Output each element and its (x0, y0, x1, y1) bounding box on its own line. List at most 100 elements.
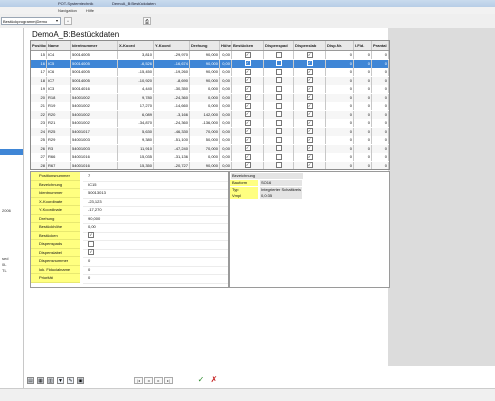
checkbox-checked[interactable] (244, 145, 251, 152)
checkbox-unchecked[interactable] (275, 68, 282, 75)
checkbox-checked[interactable] (88, 249, 94, 256)
table-cell-checkbox (264, 51, 294, 59)
column-header[interactable]: Drehung (190, 41, 220, 50)
column-header[interactable]: I.Fid. (354, 41, 372, 50)
table-row[interactable]: 23R2154001002-34,870-24,360-136,0000,00 0… (31, 119, 389, 127)
column-header[interactable]: Disp.Nr. (326, 41, 354, 50)
checkbox-checked[interactable] (88, 232, 94, 239)
table-row[interactable]: 25R29540010039,380-51,10050,0000,00000 (31, 136, 389, 144)
checkbox-checked[interactable] (306, 153, 313, 160)
checkbox-unchecked[interactable] (275, 136, 282, 143)
table-row[interactable]: 16IC550014005-6,526-16,67490,0000,00000 (31, 59, 389, 68)
table-row[interactable]: 17IC650014005-15,450-19,26090,0000,00000 (31, 68, 389, 76)
checkbox-unchecked[interactable] (275, 111, 282, 118)
checkbox-checked[interactable] (306, 119, 313, 126)
table-cell: 15,035 (118, 153, 154, 161)
checkbox-unchecked[interactable] (275, 77, 282, 84)
checkbox-unchecked[interactable] (275, 102, 282, 109)
column-header[interactable]: Dispenslab (294, 41, 326, 50)
checkbox-checked[interactable] (244, 102, 251, 109)
grid-view-icon[interactable]: ▦ (37, 377, 44, 384)
checkbox-unchecked[interactable] (275, 51, 282, 58)
checkbox-checked[interactable] (244, 119, 251, 126)
checkbox-unchecked[interactable] (275, 60, 282, 67)
filter-icon[interactable]: ▼ (57, 377, 64, 384)
program-select[interactable]: Bestückprogramm|Demo ▾ (1, 17, 61, 25)
checkbox-checked[interactable] (244, 51, 251, 58)
nav-label[interactable]: sed (2, 256, 8, 261)
table-row[interactable]: 26R35400100311,910-47,24070,0000,00000 (31, 144, 389, 153)
document-tab[interactable]: DemoA_B:Bestückdaten (112, 1, 156, 6)
column-header[interactable]: Höhe (220, 41, 232, 50)
checkbox-checked[interactable] (244, 162, 251, 169)
table-row[interactable]: 27R665400101615,035-31,1360,0000,00000 (31, 153, 389, 161)
nav-label[interactable]: TL (2, 268, 7, 273)
checkbox-checked[interactable] (306, 51, 313, 58)
checkbox-checked[interactable] (244, 60, 251, 67)
checkbox-checked[interactable] (306, 162, 313, 169)
table-row[interactable]: 28R675400101615,350-20,72790,0000,00000 (31, 161, 389, 169)
column-header[interactable]: Name (47, 41, 71, 50)
checkbox-checked[interactable] (306, 136, 313, 143)
menu-navigation[interactable]: Navigation (58, 7, 77, 14)
checkbox-checked[interactable] (306, 85, 313, 92)
checkbox-unchecked[interactable] (275, 162, 282, 169)
field-value[interactable]: 0 (83, 274, 228, 284)
checkbox-unchecked[interactable] (275, 153, 282, 160)
edit-icon[interactable]: ✎ (67, 377, 74, 384)
checkbox-checked[interactable] (306, 145, 313, 152)
table-view-icon[interactable]: ▤ (27, 377, 34, 384)
first-record-button[interactable]: |◂ (134, 377, 143, 384)
table-row[interactable]: 18IC750014005-10,920-8,69090,0000,00000 (31, 76, 389, 85)
nav-label[interactable]: 0L (2, 262, 6, 267)
cancel-icon[interactable]: ✗ (210, 376, 218, 384)
checkbox-unchecked[interactable] (88, 240, 94, 247)
empty-workspace (388, 28, 495, 366)
confirm-icon[interactable]: ✓ (197, 376, 205, 384)
checkbox-checked[interactable] (306, 60, 313, 67)
checkbox-checked[interactable] (244, 94, 251, 101)
chart-view-icon[interactable]: ▥ (47, 377, 54, 384)
checkbox-checked[interactable] (306, 111, 313, 118)
table-row[interactable]: 20R18540010029,780-24,3600,0000,00000 (31, 93, 389, 102)
new-document-icon[interactable]: ▫ (64, 17, 72, 25)
menu-help[interactable]: Hilfe (86, 7, 94, 14)
checkbox-checked[interactable] (244, 111, 251, 118)
last-record-button[interactable]: ▸| (164, 377, 173, 384)
table-row[interactable]: 19IC3500140164,440-30,3500,0000,00000 (31, 85, 389, 93)
checkbox-checked[interactable] (306, 68, 313, 75)
checkbox-unchecked[interactable] (275, 128, 282, 135)
table-row[interactable]: 15IC4500140053,810-29,97090,0000,00000 (31, 51, 389, 59)
column-header[interactable]: Bestücken (232, 41, 264, 50)
checkbox-checked[interactable] (306, 128, 313, 135)
checkbox-checked[interactable] (244, 153, 251, 160)
column-header[interactable]: Position (31, 41, 47, 50)
column-header[interactable]: Identnummer (71, 41, 118, 50)
checkbox-unchecked[interactable] (275, 145, 282, 152)
table-row[interactable]: 24R25540010175,630-46,33070,0000,00000 (31, 127, 389, 136)
print-icon[interactable]: ⎙ (143, 17, 151, 25)
settings-icon[interactable]: ▣ (77, 377, 84, 384)
column-header[interactable]: Dispenspad (264, 41, 294, 50)
previous-record-button[interactable]: ◂ (144, 377, 153, 384)
checkbox-unchecked[interactable] (275, 119, 282, 126)
column-header[interactable]: X-Koord (118, 41, 154, 50)
checkbox-checked[interactable] (244, 77, 251, 84)
table-cell-checkbox (264, 119, 294, 127)
checkbox-checked[interactable] (244, 136, 251, 143)
table-row[interactable]: 22R20540010026,089-3,166142,0000,00000 (31, 110, 389, 119)
checkbox-checked[interactable] (244, 85, 251, 92)
checkbox-unchecked[interactable] (275, 85, 282, 92)
checkbox-checked[interactable] (306, 77, 313, 84)
next-record-button[interactable]: ▸ (154, 377, 163, 384)
checkbox-checked[interactable] (306, 94, 313, 101)
checkbox-unchecked[interactable] (275, 94, 282, 101)
column-header[interactable]: Y-Koord (154, 41, 190, 50)
checkbox-checked[interactable] (244, 68, 251, 75)
selected-nav-item[interactable] (0, 149, 23, 155)
checkbox-checked[interactable] (306, 102, 313, 109)
table-row[interactable]: 21R195400100217,270-14,6600,0000,00000 (31, 102, 389, 110)
column-header[interactable]: Prantal (372, 41, 389, 50)
nav-label[interactable]: 2006 (2, 208, 11, 213)
checkbox-checked[interactable] (244, 128, 251, 135)
